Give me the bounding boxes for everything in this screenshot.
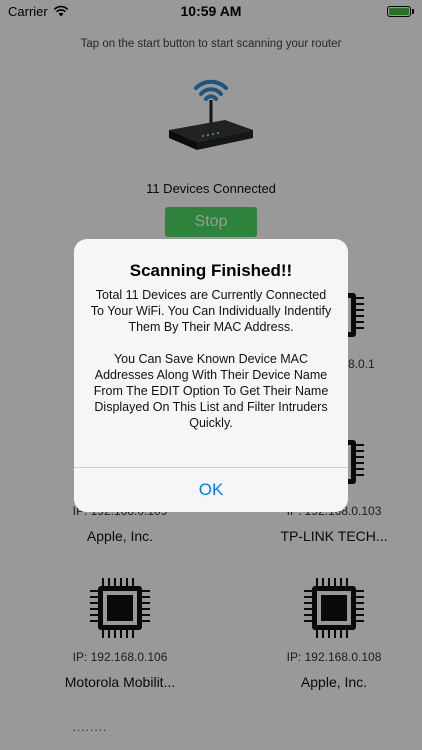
ok-button[interactable]: OK [74,468,348,512]
alert-title: Scanning Finished!! [129,261,293,280]
alert-message: Total 11 Devices are Currently Connected… [90,288,332,430]
scan-finished-alert: Scanning Finished!! Total 11 Devices are… [74,239,348,512]
